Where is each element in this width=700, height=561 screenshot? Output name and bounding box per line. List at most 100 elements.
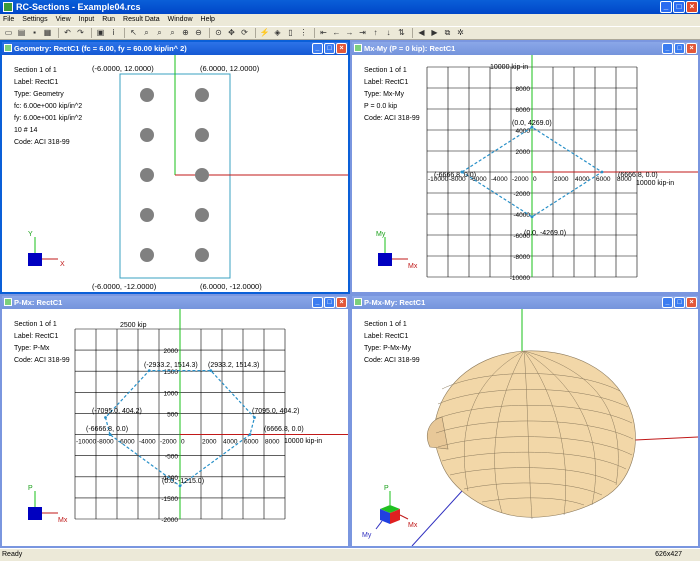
close-button[interactable]: × <box>686 1 698 13</box>
maximize-button[interactable]: □ <box>674 43 685 54</box>
maximize-button[interactable]: □ <box>674 297 685 308</box>
info-line: Type: Mx-My <box>364 91 405 98</box>
menu-file[interactable]: File <box>3 14 14 26</box>
forward-icon[interactable]: ▶ <box>429 28 440 38</box>
next-icon[interactable]: → <box>344 28 355 38</box>
pmxmy-3d-view[interactable]: Section 1 of 1 Label: RectC1 Type: P-Mx-… <box>352 309 698 546</box>
info-line: Label: RectC1 <box>14 333 58 340</box>
point-label: (-6666.8, 0.0) <box>86 426 128 433</box>
prev-icon[interactable]: ← <box>331 28 342 38</box>
rebar <box>195 128 209 142</box>
new-file-icon[interactable]: ▭ <box>3 28 14 38</box>
render-icon[interactable]: ◈ <box>272 28 283 38</box>
up-icon[interactable]: ↑ <box>370 28 381 38</box>
mxmy-window-titlebar[interactable]: Mx-My (P = 0 kip): RectC1 _ □ × <box>352 42 698 55</box>
close-button[interactable]: × <box>686 43 697 54</box>
pmx-chart[interactable]: -10000 -8000 -6000 -4000 -2000 0 2000 4000 6000 8… <box>2 309 348 546</box>
zoom-prev-icon[interactable]: ⌕ <box>167 28 178 38</box>
info-icon[interactable]: ⅰ <box>108 28 119 38</box>
x-tick-label: -10000 <box>76 439 97 446</box>
first-icon[interactable]: ⇤ <box>318 28 329 38</box>
maximize-button[interactable]: □ <box>324 297 335 308</box>
y-tick-label: 6000 <box>516 107 531 114</box>
data-point <box>108 433 112 436</box>
triad-mx-line <box>399 514 409 520</box>
menu-settings[interactable]: Settings <box>22 14 47 26</box>
section-icon[interactable]: ▯ <box>285 28 296 38</box>
tick-labels: -10000 -8000 -6000 -4000 -2000 0 2000 4000 6000 8… <box>428 86 632 282</box>
data-point <box>253 416 256 419</box>
pmxmy-window[interactable]: P-Mx-My: RectC1 _ □ × Section 1 of 1 Lab… <box>350 294 700 548</box>
open-file-icon[interactable]: ▤ <box>16 28 27 38</box>
toolbar-separator <box>124 28 125 38</box>
menu-help[interactable]: Help <box>201 14 215 26</box>
triad-my-line <box>375 520 383 530</box>
zoom-all-icon[interactable]: ⌕ <box>154 28 165 38</box>
minimize-button[interactable]: _ <box>312 43 323 54</box>
save-icon[interactable]: ▪ <box>29 28 40 38</box>
x-axis-right-label: 10000 kip-in <box>636 180 674 187</box>
triad-x-label: Mx <box>408 263 418 270</box>
geometry-window-titlebar[interactable]: Geometry: RectC1 (fc = 6.00, fy = 60.00 … <box>2 42 348 55</box>
rebar <box>140 168 154 182</box>
redo-icon[interactable]: ↷ <box>75 28 86 38</box>
undo-icon[interactable]: ↶ <box>62 28 73 38</box>
menu-run[interactable]: Run <box>102 14 115 26</box>
zoom-out-icon[interactable]: ⊖ <box>193 28 204 38</box>
window-icon <box>4 298 12 306</box>
y-tick-label: -10000 <box>510 275 531 282</box>
maximize-button[interactable]: □ <box>673 1 685 13</box>
info-block: Section 1 of 1 Label: RectC1 Type: P-Mx-… <box>364 321 420 364</box>
pan-icon[interactable]: ✥ <box>226 28 237 38</box>
mxmy-chart[interactable]: -10000 -8000 -6000 -4000 -2000 0 2000 4000 6000 8… <box>352 55 698 292</box>
toolbar-separator <box>209 28 210 38</box>
geometry-canvas[interactable]: (-6.0000, 12.0000) (6.0000, 12.0000) (-6… <box>2 55 348 292</box>
rebar <box>140 248 154 262</box>
copy-icon[interactable]: ⧉ <box>442 28 453 38</box>
pmxmy-window-titlebar[interactable]: P-Mx-My: RectC1 _ □ × <box>352 296 698 309</box>
grid-icon[interactable]: ▣ <box>95 28 106 38</box>
triad-origin <box>378 253 392 266</box>
point-label: (0.0, -1215.0) <box>162 478 204 485</box>
geometry-window[interactable]: Geometry: RectC1 (fc = 6.00, fy = 60.00 … <box>0 40 350 294</box>
menu-view[interactable]: View <box>56 14 71 26</box>
rebar <box>195 208 209 222</box>
rotate-icon[interactable]: ⟳ <box>239 28 250 38</box>
pmx-window-titlebar[interactable]: P-Mx: RectC1 _ □ × <box>2 296 348 309</box>
window-icon <box>354 298 362 306</box>
zoom-in-icon[interactable]: ⊕ <box>180 28 191 38</box>
close-button[interactable]: × <box>686 297 697 308</box>
point-label: (2933.2, 1514.3) <box>208 362 259 369</box>
info-line: Type: P-Mx-My <box>364 345 412 352</box>
app-title: RC-Sections - Example04.rcs <box>16 2 141 12</box>
step-icon[interactable]: ⇅ <box>396 28 407 38</box>
back-icon[interactable]: ◀ <box>416 28 427 38</box>
pmx-window[interactable]: P-Mx: RectC1 _ □ × -10000 -8000 -6000 -4000… <box>0 294 350 548</box>
last-icon[interactable]: ⇥ <box>357 28 368 38</box>
minimize-button[interactable]: _ <box>662 43 673 54</box>
minimize-button[interactable]: _ <box>662 297 673 308</box>
close-button[interactable]: × <box>336 43 347 54</box>
triad-y-label: Y <box>28 231 33 238</box>
info-line: Section 1 of 1 <box>364 67 407 74</box>
minimize-button[interactable]: _ <box>660 1 672 13</box>
mxmy-window[interactable]: Mx-My (P = 0 kip): RectC1 _ □ × -10000 -8… <box>350 40 700 294</box>
status-bar: Ready 626x427 <box>0 548 700 560</box>
info-line: Code: ACI 318-99 <box>364 357 420 364</box>
run-icon[interactable]: ⚡ <box>259 28 270 38</box>
maximize-button[interactable]: □ <box>324 43 335 54</box>
toolbar-separator <box>255 28 256 38</box>
rebar-icon[interactable]: ⋮ <box>298 28 309 38</box>
y-axis-top-label: 2500 kip <box>120 322 147 329</box>
pointer-icon[interactable]: ↖ <box>128 28 139 38</box>
menu-result-data[interactable]: Result Data <box>123 14 160 26</box>
print-icon[interactable]: ▦ <box>42 28 53 38</box>
menu-window[interactable]: Window <box>168 14 193 26</box>
settings-icon[interactable]: ✲ <box>455 28 466 38</box>
down-icon[interactable]: ↓ <box>383 28 394 38</box>
menu-input[interactable]: Input <box>79 14 95 26</box>
zoom-window-icon[interactable]: ⌕ <box>141 28 152 38</box>
close-button[interactable]: × <box>336 297 347 308</box>
minimize-button[interactable]: _ <box>312 297 323 308</box>
zoom-realtime-icon[interactable]: ⊙ <box>213 28 224 38</box>
